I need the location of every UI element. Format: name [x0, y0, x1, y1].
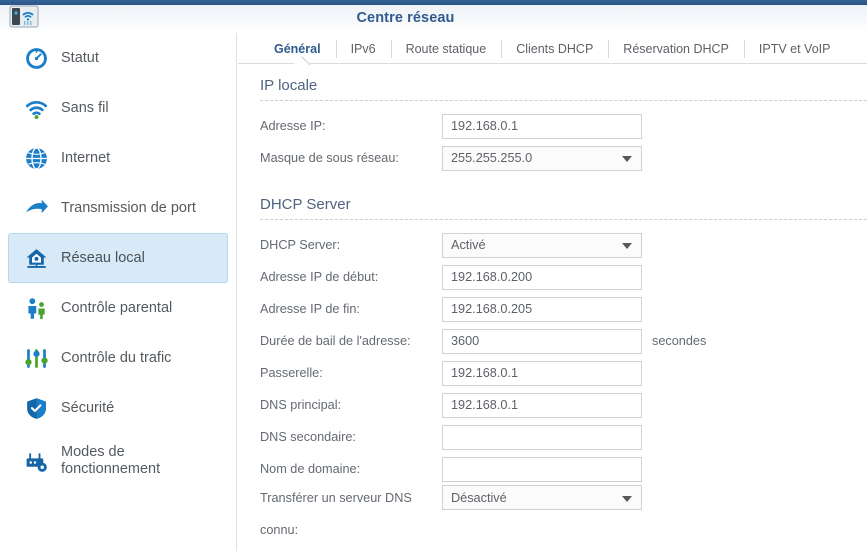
field-row-passerelle: Passerelle: 192.168.0.1 — [238, 357, 867, 389]
page-title: Centre réseau — [356, 10, 455, 26]
field-label: Nom de domaine: — [260, 462, 361, 476]
chevron-down-icon — [622, 156, 632, 162]
field-label: DNS principal: — [260, 398, 342, 412]
gauge-icon — [21, 43, 51, 73]
sidebar-item-label: Transmission de port — [61, 199, 196, 216]
active-tab-caret — [293, 57, 309, 65]
field-row-transferer-serveur-dns: Transférer un serveur DNS Désactivé — [238, 485, 867, 517]
sidebar-item-label: Statut — [61, 49, 99, 66]
field-label: Adresse IP: — [260, 119, 326, 133]
main-content: Général IPv6 Route statique Clients DHCP… — [238, 33, 867, 551]
sidebar: Statut Sans fil Internet Transmission de… — [0, 33, 237, 551]
section-divider — [260, 219, 867, 220]
dns-principal-input[interactable]: 192.168.0.1 — [442, 392, 642, 418]
adresse-ip-debut-input[interactable]: 192.168.0.200 — [442, 264, 642, 290]
section-dhcp-server: DHCP Server DHCP Server: Activé Adresse … — [238, 196, 867, 547]
sidebar-item-controle-du-trafic[interactable]: Contrôle du trafic — [8, 333, 228, 383]
field-label: Transférer un serveur DNS — [260, 491, 412, 505]
router-wifi-icon — [6, 3, 42, 31]
field-label-continued: connu: — [260, 523, 299, 537]
field-row-dhcp-server: DHCP Server: Activé — [238, 229, 867, 261]
select-value: Activé — [451, 238, 486, 252]
section-title: DHCP Server — [260, 196, 351, 213]
section-title: IP locale — [260, 77, 318, 94]
field-label: DNS secondaire: — [260, 430, 356, 444]
section-ip-locale: IP locale Adresse IP: 192.168.0.1 Masque… — [238, 77, 867, 174]
sidebar-item-label: Contrôle parental — [61, 299, 173, 316]
dns-secondaire-input[interactable] — [442, 424, 642, 450]
field-row-dns-secondaire: DNS secondaire: — [238, 421, 867, 453]
sidebar-item-modes-de-fonctionnement[interactable]: Modes de fonctionnement — [8, 433, 228, 489]
sidebar-item-reseau-local[interactable]: Réseau local — [8, 233, 228, 283]
sidebar-item-internet[interactable]: Internet — [8, 133, 228, 183]
app-header: Centre réseau — [0, 5, 867, 33]
select-value: 255.255.255.0 — [451, 151, 533, 165]
home-network-icon — [21, 243, 51, 273]
sidebar-item-label: Sans fil — [61, 99, 109, 116]
sidebar-item-controle-parental[interactable]: Contrôle parental — [8, 283, 228, 333]
field-label: Passerelle: — [260, 366, 323, 380]
sidebar-item-transmission-de-port[interactable]: Transmission de port — [8, 183, 228, 233]
masque-sous-reseau-select[interactable]: 255.255.255.0 — [442, 145, 642, 171]
dhcp-server-select[interactable]: Activé — [442, 232, 642, 258]
operation-mode-icon — [21, 446, 51, 476]
section-divider — [260, 100, 867, 101]
sidebar-item-label: Contrôle du trafic — [61, 349, 172, 366]
adresse-ip-input[interactable]: 192.168.0.1 — [442, 113, 642, 139]
tab-ipv6[interactable]: IPv6 — [335, 39, 391, 59]
sidebar-item-sans-fil[interactable]: Sans fil — [8, 83, 228, 133]
adresse-ip-fin-input[interactable]: 192.168.0.205 — [442, 296, 642, 322]
chevron-down-icon — [622, 243, 632, 249]
people-icon — [21, 293, 51, 323]
passerelle-input[interactable]: 192.168.0.1 — [442, 360, 642, 386]
field-label: Adresse IP de fin: — [260, 302, 360, 316]
field-label: Adresse IP de début: — [260, 270, 379, 284]
nom-de-domaine-input[interactable] — [442, 456, 642, 482]
sidebar-item-label: Réseau local — [61, 249, 145, 266]
field-label: Durée de bail de l'adresse: — [260, 334, 411, 348]
sidebar-item-statut[interactable]: Statut — [8, 33, 228, 83]
wifi-icon — [21, 93, 51, 123]
field-row-adresse-ip-fin: Adresse IP de fin: 192.168.0.205 — [238, 293, 867, 325]
sidebar-item-label: Modes de fonctionnement — [61, 444, 161, 477]
field-row-masque-sous-reseau: Masque de sous réseau: 255.255.255.0 — [238, 142, 867, 174]
sidebar-item-label: Internet — [61, 149, 111, 166]
field-row-adresse-ip-debut: Adresse IP de début: 192.168.0.200 — [238, 261, 867, 293]
globe-icon — [21, 143, 51, 173]
sliders-icon — [21, 343, 51, 373]
chevron-down-icon — [622, 495, 632, 502]
tab-bar: Général IPv6 Route statique Clients DHCP… — [238, 33, 867, 65]
tab-iptv-et-voip[interactable]: IPTV et VoIP — [743, 39, 846, 59]
tab-clients-dhcp[interactable]: Clients DHCP — [501, 39, 608, 59]
arrow-forward-icon — [21, 193, 51, 223]
field-row-dns-principal: DNS principal: 192.168.0.1 — [238, 389, 867, 421]
field-label: Masque de sous réseau: — [260, 151, 399, 165]
tab-route-statique[interactable]: Route statique — [390, 39, 502, 59]
shield-icon — [21, 393, 51, 423]
duree-bail-input[interactable]: 3600 — [442, 328, 642, 354]
field-row-adresse-ip: Adresse IP: 192.168.0.1 — [238, 110, 867, 142]
sidebar-item-label: Sécurité — [61, 399, 115, 416]
sidebar-item-securite[interactable]: Sécurité — [8, 383, 228, 433]
select-value: Désactivé — [451, 490, 507, 505]
field-row-nom-de-domaine: Nom de domaine: — [238, 453, 867, 485]
field-row-duree-bail: Durée de bail de l'adresse: 3600 seconde… — [238, 325, 867, 357]
settings-panel: IP locale Adresse IP: 192.168.0.1 Masque… — [238, 64, 867, 547]
tab-reservation-dhcp[interactable]: Réservation DHCP — [608, 39, 744, 59]
transferer-serveur-dns-select[interactable]: Désactivé — [442, 485, 642, 510]
field-label: DHCP Server: — [260, 238, 341, 252]
duree-bail-unit: secondes — [652, 334, 707, 348]
